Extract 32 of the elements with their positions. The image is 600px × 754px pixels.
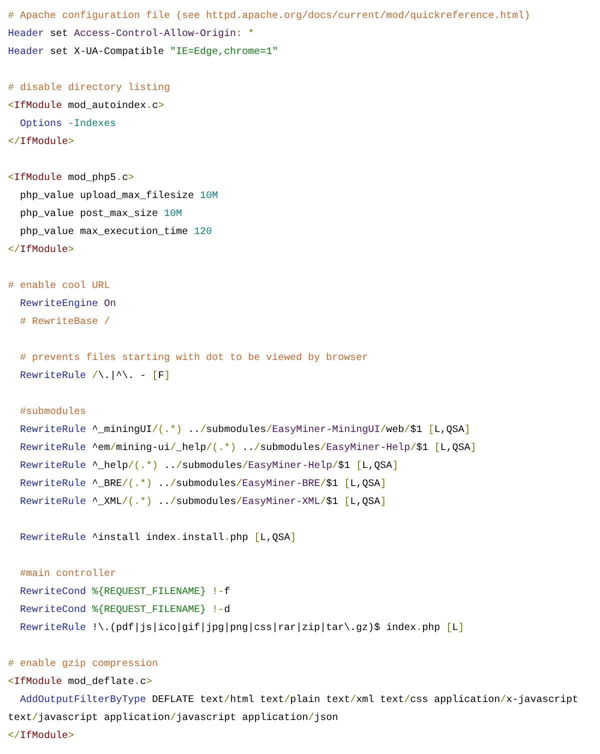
code-line: #main controller [19,568,118,582]
code-line: </IfModule> [8,136,76,150]
code-line: # prevents files starting with dot to be viewed by browser [19,352,370,366]
code-line: <IfModule mod_autoindex.c> [8,100,166,114]
code-line: RewriteRule ^_BRE/(.*) ../submodules/EasyMiner-BRE/$1 [L,QSA] [19,478,388,492]
code-line: php_value upload_max_filesize 10M [19,190,220,204]
code-line: RewriteCond %{REQUEST_FILENAME} !-d [19,604,232,618]
code-line: #submodules [19,406,88,420]
code-line: RewriteEngine On [19,298,118,312]
code-line: # enable gzip compression [8,658,160,672]
code-line: # enable cool URL [8,280,112,294]
code-line: AddOutputFilterByType DEFLATE text/html text/plain text/xml text/css application/x-javascript text/javascript application/javascript application/json [8,694,580,726]
code-line: # RewriteBase / [19,316,112,330]
code-line: # Apache configuration file (see httpd.apache.org/docs/current/mod/quickreference.html) [8,10,532,24]
code-line: RewriteRule ^_miningUI/(.*) ../submodules/EasyMiner-MiningUI/web/$1 [L,QSA] [19,424,472,438]
code-line: RewriteCond %{REQUEST_FILENAME} !-f [19,586,232,600]
code-line: Header set X-UA-Compatible "IE=Edge,chrome=1" [8,46,280,60]
code-line: </IfModule> [8,730,76,744]
code-line: Options -Indexes [19,118,118,132]
code-line: php_value max_execution_time 120 [19,226,214,240]
code-line: <IfModule mod_deflate.c> [8,676,154,690]
code-line: <IfModule mod_php5.c> [8,172,136,186]
code-line: # disable directory listing [8,82,172,96]
code-line: RewriteRule /\.|^\. - [F] [19,370,172,384]
code-line: </IfModule> [8,244,76,258]
code-line: Header set Access-Control-Allow-Origin: * [8,28,256,42]
code-line: RewriteRule ^_XML/(.*) ../submodules/EasyMiner-XML/$1 [L,QSA] [19,496,388,510]
code-line: RewriteRule ^install index.install.php [L,QSA] [19,532,298,546]
code-line: php_value post_max_size 10M [19,208,184,222]
code-line: RewriteRule ^em/mining-ui/_help/(.*) ../submodules/EasyMiner-Help/$1 [L,QSA] [19,442,478,456]
code-line: RewriteRule ^_help/(.*) ../submodules/EasyMiner-Help/$1 [L,QSA] [19,460,400,474]
code-line: RewriteRule !\.(pdf|js|ico|gif|jpg|png|css|rar|zip|tar\.gz)$ index.php [L] [19,622,466,636]
